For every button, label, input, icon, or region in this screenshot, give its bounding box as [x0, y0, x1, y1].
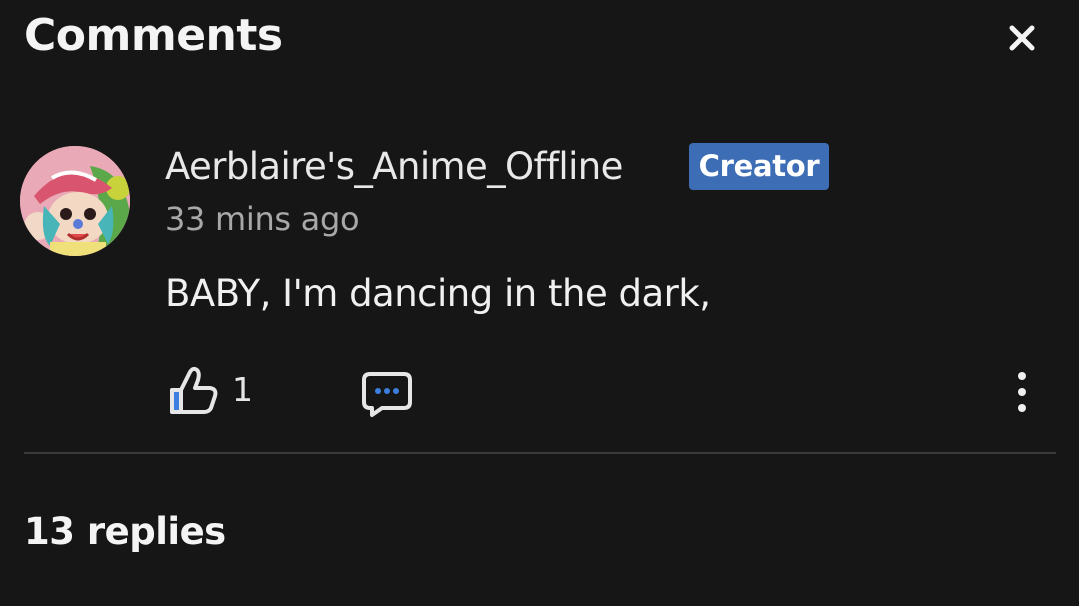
like-count: 1 — [232, 370, 253, 409]
more-vertical-icon — [1018, 372, 1026, 412]
page-title: Comments — [24, 10, 283, 61]
close-icon — [1009, 25, 1035, 51]
like-button[interactable] — [166, 362, 222, 420]
comment-timestamp: 33 mins ago — [165, 200, 360, 238]
chat-bubble-icon — [362, 372, 412, 417]
comment-body: BABY, I'm dancing in the dark, — [165, 272, 711, 315]
divider — [24, 452, 1056, 454]
reply-button[interactable] — [360, 370, 414, 418]
creator-badge: Creator — [689, 143, 829, 190]
close-button[interactable] — [1000, 16, 1044, 60]
avatar-image — [20, 146, 130, 256]
avatar[interactable] — [20, 146, 130, 256]
thumbs-up-icon — [170, 366, 218, 414]
comment-author[interactable]: Aerblaire's_Anime_Offline — [165, 143, 623, 191]
replies-heading: 13 replies — [24, 510, 226, 553]
more-options-button[interactable] — [1005, 368, 1039, 416]
